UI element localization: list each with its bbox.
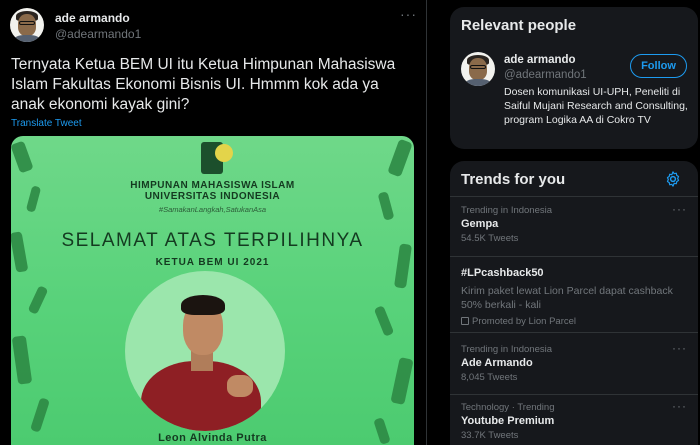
relevant-person-avatar[interactable] [461, 52, 495, 86]
trend-context: Trending in Indonesia [461, 344, 553, 355]
author-handle[interactable]: @adearmando1 [55, 27, 141, 41]
trend-name: Ade Armando [461, 357, 533, 369]
relevant-people-title: Relevant people [461, 17, 577, 34]
poster-person-name: Leon Alvinda Putra [158, 432, 267, 444]
trend-item-promoted[interactable]: #LPcashback50 Kirim paket lewat Lion Par… [450, 267, 698, 331]
relevant-people-card: Relevant people ade armando @adearmando1… [450, 7, 698, 149]
promoted-by: Promoted by Lion Parcel [461, 316, 576, 327]
promoted-by-label: Promoted by Lion Parcel [472, 316, 577, 327]
more-horizontal-icon[interactable]: ··· [672, 399, 687, 413]
poster-org-line1: HIMPUNAN MAHASISWA ISLAM [130, 180, 295, 191]
poster-headline: SELAMAT ATAS TERPILIHNYA [61, 230, 364, 251]
trend-name: #LPcashback50 [461, 267, 544, 279]
trend-count: 54.5K Tweets [461, 233, 519, 244]
trend-context: Technology · Trending [461, 402, 555, 413]
promoted-description: Kirim paket lewat Lion Parcel dapat cash… [461, 285, 673, 311]
trend-count: 33.7K Tweets [461, 430, 519, 441]
poster-hashtag: #SamakanLangkah,SatukanAsa [158, 205, 267, 214]
trend-item[interactable]: Trending in Indonesia Gempa 54.5K Tweets… [450, 202, 698, 249]
relevant-person-bio: Dosen komunikasi UI-UPH, Peneliti di Sai… [504, 86, 688, 126]
poster-portrait [125, 271, 285, 431]
divider [450, 196, 698, 197]
divider [450, 256, 698, 257]
divider [450, 394, 698, 395]
promoted-icon [461, 317, 469, 325]
author-avatar[interactable] [10, 8, 44, 42]
translate-tweet-link[interactable]: Translate Tweet [11, 118, 82, 129]
divider [450, 332, 698, 333]
trends-title: Trends for you [461, 171, 566, 188]
poster-org-line2: UNIVERSITAS INDONESIA [144, 191, 281, 202]
hmi-logo-emblem [215, 144, 233, 162]
tweet-column: ade armando @adearmando1 ··· Ternyata Ke… [0, 0, 427, 445]
trend-item[interactable]: Trending in Indonesia Ade Armando 8,045 … [450, 341, 698, 388]
follow-button[interactable]: Follow [630, 54, 687, 78]
trend-item[interactable]: Technology · Trending Youtube Premium 33… [450, 399, 698, 445]
relevant-person-name[interactable]: ade armando [504, 54, 576, 66]
trend-context: Trending in Indonesia [461, 205, 553, 216]
relevant-person-handle[interactable]: @adearmando1 [504, 69, 587, 81]
tweet-text: Ternyata Ketua BEM UI itu Ketua Himpunan… [11, 56, 396, 113]
more-horizontal-icon[interactable]: ··· [672, 202, 687, 216]
author-name[interactable]: ade armando [55, 11, 130, 25]
more-horizontal-icon[interactable]: ··· [400, 6, 417, 22]
poster-subheadline: KETUA BEM UI 2021 [155, 257, 270, 268]
trend-count: 8,045 Tweets [461, 372, 518, 383]
settings-gear-icon[interactable] [664, 170, 682, 188]
trend-name: Youtube Premium [461, 415, 555, 427]
more-horizontal-icon[interactable]: ··· [672, 341, 687, 355]
trends-card: Trends for you Trending in Indonesia Gem… [450, 161, 698, 445]
tweet-image[interactable]: HIMPUNAN MAHASISWA ISLAM UNIVERSITAS IND… [11, 136, 414, 445]
trend-name: Gempa [461, 218, 499, 230]
